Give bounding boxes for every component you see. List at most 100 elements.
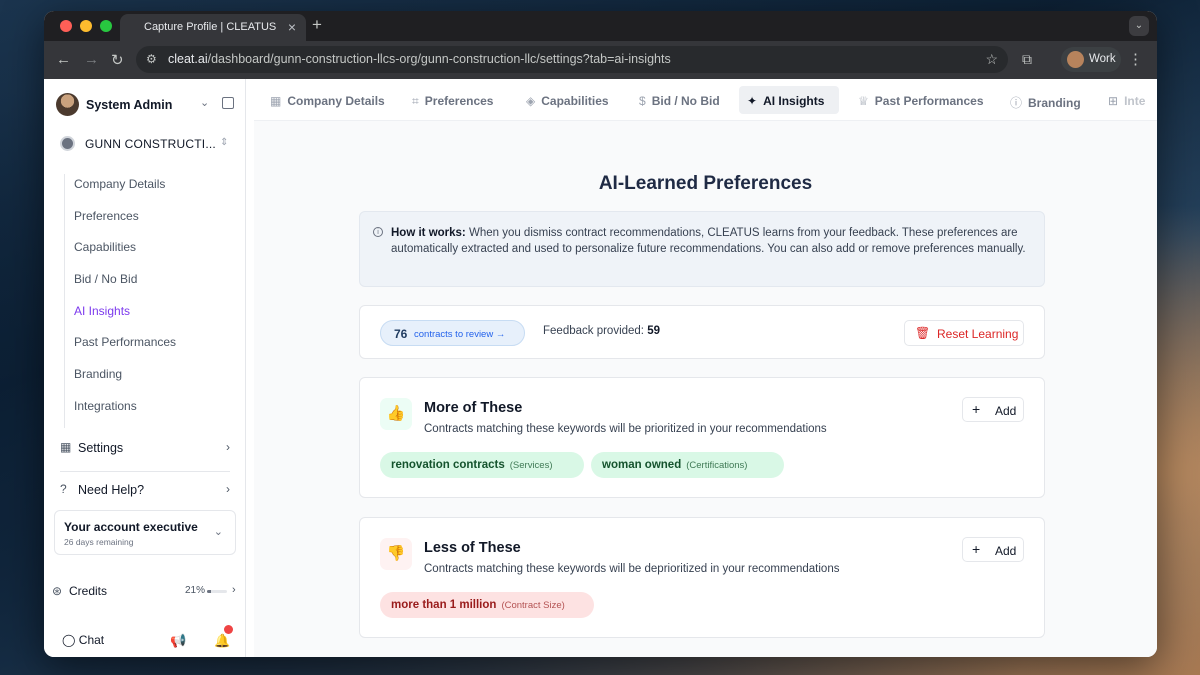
browser-menu-icon[interactable]: ⋮ xyxy=(1128,50,1143,68)
browser-tab-title: Capture Profile | CLEATUS xyxy=(144,21,277,33)
minimize-window-button[interactable] xyxy=(80,20,92,32)
browser-toolbar: ← → ↻ ⚙ cleat.ai/dashboard/gunn-construc… xyxy=(44,41,1157,79)
tag-icon: ⌗ xyxy=(412,94,419,108)
feedback-provided: Feedback provided: 59 xyxy=(543,325,660,337)
user-menu[interactable]: System Admin ⌄ xyxy=(56,93,236,117)
back-icon[interactable]: ← xyxy=(56,51,71,68)
settings-tabs: ▦ Company Details ⌗ Preferences ◈ Capabilit… xyxy=(254,79,1157,121)
keyword-chip[interactable]: renovation contracts (Services) xyxy=(380,452,584,478)
site-info-icon[interactable]: ⚙ xyxy=(146,52,157,66)
profile-button[interactable]: Work xyxy=(1061,47,1121,72)
info-body: When you dismiss contract recommendation… xyxy=(391,227,1026,255)
chat-icon: ◯ xyxy=(62,633,76,647)
avatar xyxy=(56,93,79,116)
help-label: Need Help? xyxy=(78,483,145,497)
chip-category: (Contract Size) xyxy=(501,600,565,611)
chip-keyword: woman owned xyxy=(602,459,682,471)
add-more-button[interactable]: + Add xyxy=(962,397,1024,422)
add-label: Add xyxy=(995,404,1017,418)
tab-bid-no-bid[interactable]: $ Bid / No Bid xyxy=(631,86,730,114)
sidebar-item-branding[interactable]: Branding xyxy=(65,364,236,396)
more-description: Contracts matching these keywords will b… xyxy=(424,423,827,435)
credits-row[interactable]: ⊛ Credits 21% › xyxy=(52,584,238,604)
add-label: Add xyxy=(995,544,1017,558)
profile-label: Work xyxy=(1089,53,1116,65)
sidebar-toggle-icon[interactable] xyxy=(222,97,234,109)
extensions-icon[interactable]: ⧉ xyxy=(1022,51,1032,68)
tab-integrations[interactable]: ⊞ Inte xyxy=(1100,86,1155,114)
address-bar[interactable]: ⚙ cleat.ai/dashboard/gunn-construction-l… xyxy=(136,46,1008,73)
sparkles-icon: ✦ xyxy=(747,94,758,108)
chevron-down-icon: ⌄ xyxy=(200,97,210,109)
divider xyxy=(60,471,230,472)
sidebar: System Admin ⌄ GUNN CONSTRUCTI... ⇕ Comp… xyxy=(44,79,246,657)
info-bold: How it works: xyxy=(391,227,466,239)
tab-preferences[interactable]: ⌗ Preferences xyxy=(404,86,503,114)
sidebar-item-past-performances[interactable]: Past Performances xyxy=(65,332,236,364)
keyword-chip[interactable]: woman owned (Certifications) xyxy=(591,452,784,478)
credits-percent: 21% xyxy=(185,585,206,596)
tab-label: Bid / No Bid xyxy=(651,94,720,108)
sidebar-item-company-details[interactable]: Company Details xyxy=(65,174,236,206)
settings-menu[interactable]: ▦ Settings › xyxy=(60,440,230,462)
sidebar-item-integrations[interactable]: Integrations xyxy=(65,396,236,428)
reset-learning-button[interactable]: 🗑 Reset Learning xyxy=(904,320,1024,346)
info-icon: i xyxy=(373,227,383,237)
building-icon: ▦ xyxy=(60,440,72,454)
tab-company-details[interactable]: ▦ Company Details xyxy=(262,86,395,114)
tab-capabilities[interactable]: ◈ Capabilities xyxy=(518,86,619,114)
building-icon: ▦ xyxy=(270,94,282,108)
more-of-these-card: 👍 More of These Contracts matching these… xyxy=(359,377,1045,498)
org-switcher[interactable]: GUNN CONSTRUCTI... ⇕ xyxy=(60,135,236,155)
contracts-to-review-pill[interactable]: 76 contracts to review → xyxy=(380,320,525,346)
maximize-window-button[interactable] xyxy=(100,20,112,32)
browser-tab[interactable]: Capture Profile | CLEATUS × xyxy=(120,14,306,41)
feedback-stats-card: 76 contracts to review → Feedback provid… xyxy=(359,305,1045,359)
grid-icon: ⊞ xyxy=(1108,94,1119,108)
new-tab-icon[interactable]: + xyxy=(312,15,322,35)
keyword-chip[interactable]: more than 1 million (Contract Size) xyxy=(380,592,594,618)
award-icon: ♕ xyxy=(858,94,869,108)
chevron-right-icon: › xyxy=(232,584,236,596)
reload-icon[interactable]: ↻ xyxy=(111,51,124,69)
sidebar-item-capabilities[interactable]: Capabilities xyxy=(65,237,236,269)
sidebar-item-ai-insights[interactable]: AI Insights xyxy=(65,301,236,333)
chip-keyword: more than 1 million xyxy=(391,599,497,611)
tab-label: Preferences xyxy=(424,94,494,108)
chevron-right-icon: › xyxy=(226,482,230,496)
org-logo xyxy=(60,136,75,151)
browser-tab-bar: Capture Profile | CLEATUS × + ⌄ xyxy=(44,11,1157,41)
account-executive-card[interactable]: Your account executive 26 days remaining… xyxy=(54,510,236,555)
sidebar-item-preferences[interactable]: Preferences xyxy=(65,206,236,238)
browser-window: Capture Profile | CLEATUS × + ⌄ ← → ↻ ⚙ … xyxy=(44,11,1157,657)
forward-icon[interactable]: → xyxy=(84,51,99,68)
thumbs-up-icon: 👍 xyxy=(380,398,412,430)
tab-label: Branding xyxy=(1028,96,1081,110)
bell-icon[interactable]: 🔔 xyxy=(214,633,230,649)
help-menu[interactable]: ? Need Help? › xyxy=(60,482,230,504)
plus-icon: + xyxy=(972,541,981,557)
chevron-right-icon: › xyxy=(226,440,230,454)
add-less-button[interactable]: + Add xyxy=(962,537,1024,562)
tab-search-icon[interactable]: ⌄ xyxy=(1129,16,1149,36)
tab-branding[interactable]: ⓘ Branding xyxy=(1002,86,1091,114)
org-name: GUNN CONSTRUCTI... xyxy=(85,137,216,151)
bookmark-star-icon[interactable]: ☆ xyxy=(985,51,998,68)
tab-label: AI Insights xyxy=(763,94,825,108)
tab-past-performances[interactable]: ♕ Past Performances xyxy=(850,86,994,114)
tab-label: Company Details xyxy=(287,94,385,108)
tab-ai-insights[interactable]: ✦ AI Insights xyxy=(739,86,839,114)
close-window-button[interactable] xyxy=(60,20,72,32)
settings-nav: Company Details Preferences Capabilities… xyxy=(64,174,236,428)
url-text: cleat.ai/dashboard/gunn-construction-llc… xyxy=(168,52,671,66)
sidebar-item-bid-no-bid[interactable]: Bid / No Bid xyxy=(65,269,236,301)
review-link: contracts to review → xyxy=(414,329,506,340)
exec-subtitle: 26 days remaining xyxy=(64,537,134,547)
feedback-label: Feedback provided: xyxy=(543,325,648,337)
close-tab-icon[interactable]: × xyxy=(288,19,296,35)
chevron-down-icon: ⌄ xyxy=(213,526,223,538)
megaphone-icon[interactable]: 📢 xyxy=(170,633,186,649)
sidebar-footer: ◯ Chat 📢 🔔 xyxy=(62,625,233,653)
feedback-count: 59 xyxy=(647,325,660,337)
chat-button[interactable]: ◯ Chat xyxy=(62,633,104,647)
